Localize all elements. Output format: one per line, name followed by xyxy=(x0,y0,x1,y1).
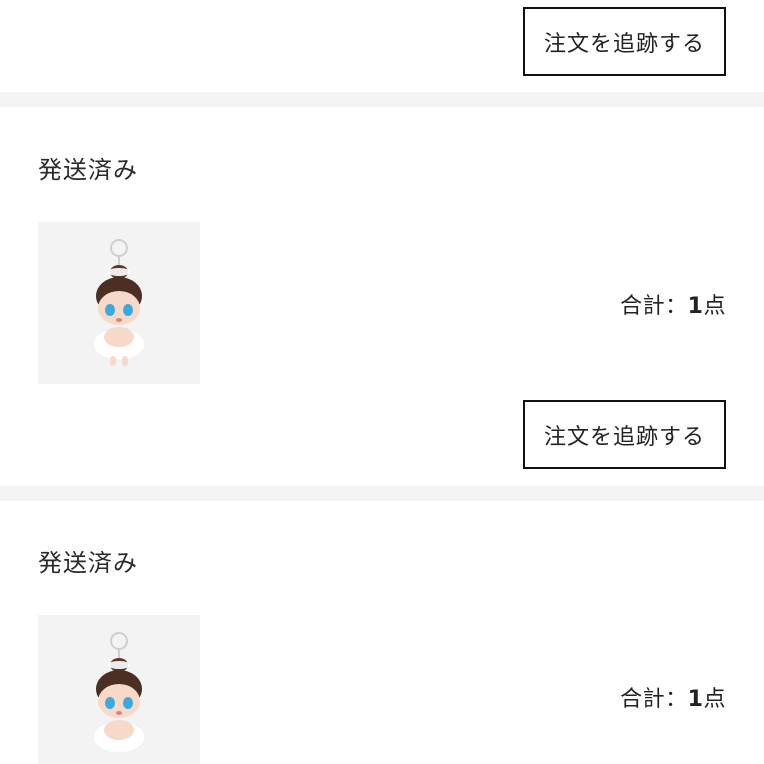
total-label: 合計： xyxy=(620,294,688,319)
order-total: 合計：1点 xyxy=(620,681,726,713)
total-label: 合計： xyxy=(620,687,688,712)
product-thumbnail[interactable] xyxy=(38,222,200,384)
section-divider xyxy=(0,486,764,501)
total-unit: 点 xyxy=(703,294,726,319)
track-order-button[interactable]: 注文を追跡する xyxy=(523,400,726,469)
doll-keychain-icon xyxy=(92,239,146,366)
order-total: 合計：1点 xyxy=(620,288,726,320)
doll-keychain-icon xyxy=(92,632,146,754)
section-divider xyxy=(0,92,764,107)
product-thumbnail[interactable] xyxy=(38,615,200,764)
order-status: 発送済み xyxy=(38,156,138,184)
order-list: 注文を追跡する 発送済み 合計：1点 注文を追跡する 発送済み 合計：1点 xyxy=(0,0,764,764)
order-status: 発送済み xyxy=(38,549,138,577)
track-order-button[interactable]: 注文を追跡する xyxy=(523,7,726,76)
total-count: 1 xyxy=(687,687,704,712)
total-unit: 点 xyxy=(703,687,726,712)
total-count: 1 xyxy=(687,294,704,319)
